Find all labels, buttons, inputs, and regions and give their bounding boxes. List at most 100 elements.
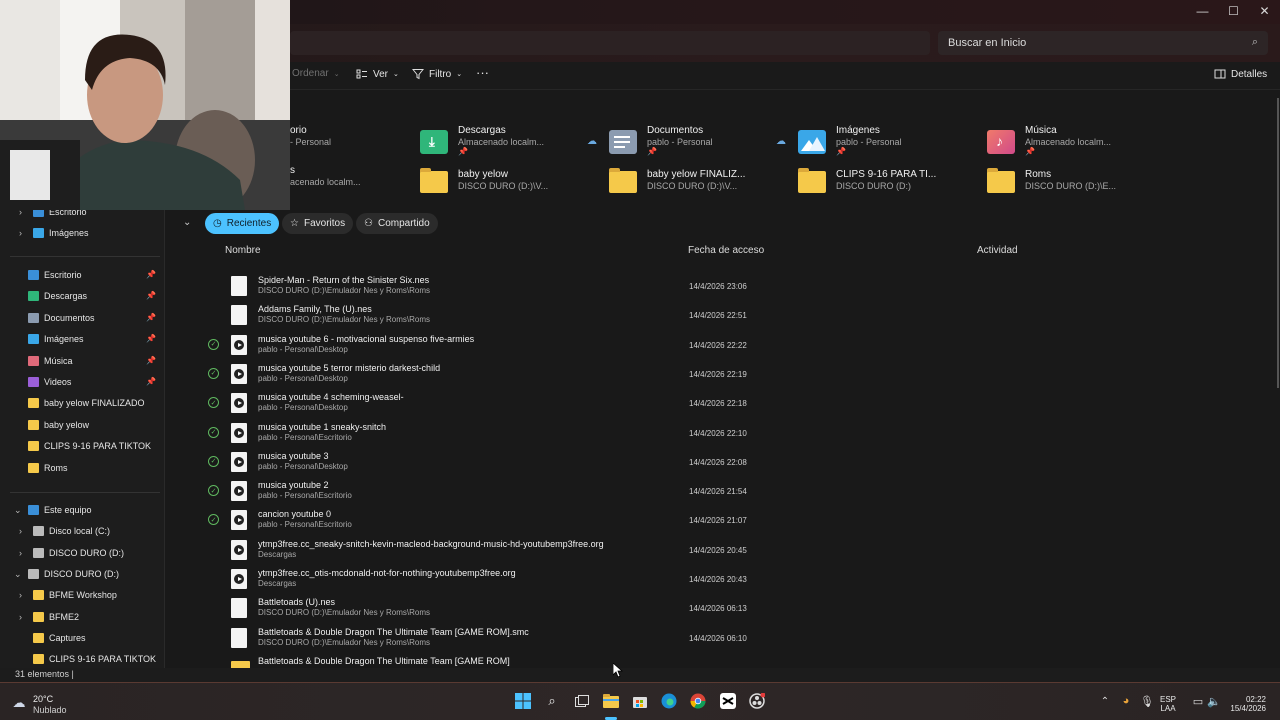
file-row[interactable]: Spider-Man - Return of the Sinister Six.… (170, 272, 1270, 301)
start-icon[interactable] (514, 692, 532, 710)
pin-icon[interactable]: 📌 (146, 334, 156, 343)
chevron-right-icon[interactable]: › (19, 228, 22, 238)
sidebar-item[interactable]: baby yelow (28, 419, 89, 430)
file-row[interactable]: ytmp3free.cc_sneaky-snitch-kevin-macleod… (170, 536, 1270, 565)
sidebar-item-label: Disco local (C:) (49, 526, 111, 537)
sidebar-item[interactable]: DISCO DURO (D:) (33, 547, 124, 558)
sidebar-item[interactable]: Documentos (28, 312, 95, 323)
quick-access-item[interactable]: Roms DISCO DURO (D:)\E... (986, 165, 1116, 195)
column-header-date[interactable]: Fecha de acceso (688, 245, 764, 256)
quick-access-item[interactable]: ♪ Música Almacenado localm... 📌 (986, 125, 1111, 156)
quick-access-item[interactable]: orio - Personal (290, 125, 331, 147)
sidebar-item[interactable]: baby yelow FINALIZADO (28, 398, 145, 409)
file-row[interactable]: Battletoads & Double Dragon The Ultimate… (170, 624, 1270, 653)
quick-access-item[interactable]: CLIPS 9-16 PARA TI... DISCO DURO (D:) (797, 165, 936, 195)
sidebar-item[interactable]: Descargas (28, 291, 87, 302)
address-bar[interactable] (290, 31, 930, 55)
sidebar-item[interactable]: DISCO DURO (D:) (28, 568, 119, 579)
pin-icon[interactable]: 📌 (146, 377, 156, 386)
tray-chevron-up-icon[interactable]: ⌃ (1096, 692, 1114, 710)
file-row[interactable]: ✓ musica youtube 6 - motivacional suspens… (170, 331, 1270, 360)
sidebar-item[interactable]: CLIPS 9-16 PARA TIKTOK (33, 654, 156, 665)
maximize-button[interactable]: ☐ (1218, 0, 1249, 22)
tray-app-icon[interactable]: ◕ (1117, 692, 1135, 710)
quick-access-item[interactable]: Imágenes pablo - Personal 📌 (797, 125, 902, 156)
file-row[interactable]: ✓ musica youtube 1 sneaky-snitch pablo - P… (170, 419, 1270, 448)
filter-button[interactable]: Filtro ⌄ (412, 68, 462, 80)
scrollbar[interactable] (1276, 90, 1280, 668)
search-input[interactable]: Buscar en Inicio ⌕ (938, 31, 1268, 55)
capcut-icon[interactable] (719, 692, 737, 710)
pin-icon[interactable]: 📌 (146, 356, 156, 365)
details-button[interactable]: Detalles (1214, 68, 1267, 80)
task-view-icon[interactable] (573, 692, 591, 710)
quick-access-item[interactable]: baby yelow FINALIZ... DISCO DURO (D:)\V..… (608, 165, 745, 195)
more-options-button[interactable]: ··· (476, 65, 489, 80)
obs-icon[interactable] (748, 692, 766, 710)
webcam-image (0, 0, 290, 210)
volume-icon[interactable]: 🔈 (1205, 692, 1223, 710)
sidebar-item[interactable]: BFME Workshop (33, 590, 117, 601)
chevron-right-icon[interactable]: › (19, 526, 22, 536)
pin-icon[interactable]: 📌 (146, 313, 156, 322)
chevron-down-icon[interactable]: ⌄ (14, 505, 22, 516)
sidebar-item[interactable]: Roms (28, 462, 68, 473)
documents-folder-icon (608, 126, 638, 156)
clock[interactable]: 02:22 15/4/2026 (1226, 695, 1266, 713)
file-row[interactable]: Battletoads (U).nes DISCO DURO (D:)\Emula… (170, 594, 1270, 623)
sidebar-item[interactable]: Música (28, 355, 73, 366)
sidebar-item[interactable]: Imágenes (33, 228, 89, 238)
tab-recientes[interactable]: ◷ Recientes (205, 213, 280, 234)
people-icon: ⚇ (364, 218, 373, 229)
chevron-right-icon[interactable]: › (19, 612, 22, 622)
column-header-activity[interactable]: Actividad (977, 245, 1018, 256)
sort-button[interactable]: Ordenar ⌄ (292, 68, 340, 79)
sidebar-item[interactable]: Disco local (C:) (33, 526, 111, 537)
tab-compartido[interactable]: ⚇ Compartido (356, 213, 438, 234)
language-indicator[interactable]: ESP LAA (1160, 695, 1176, 713)
file-row[interactable]: ✓ musica youtube 4 scheming-weasel-pablo … (170, 389, 1270, 418)
microphone-icon[interactable]: 🎙 (1138, 692, 1156, 710)
tab-favoritos[interactable]: ☆ Favoritos (282, 213, 354, 234)
chevron-down-icon[interactable]: ⌄ (14, 569, 22, 580)
quick-access-item[interactable]: s acenado localm... (290, 165, 361, 187)
chevron-right-icon[interactable]: › (19, 590, 22, 600)
file-row[interactable]: ✓ musica youtube 5 terror misterio darkes… (170, 360, 1270, 389)
file-row[interactable]: ✓ cancion youtube 0 pablo - Personal\Escri… (170, 506, 1270, 535)
chevron-right-icon[interactable]: › (19, 548, 22, 558)
sidebar-item[interactable]: Videos (28, 377, 71, 387)
file-row[interactable]: ytmp3free.cc_otis-mcdonald-not-for-nothi… (170, 565, 1270, 594)
file-explorer-icon[interactable] (602, 692, 620, 710)
sidebar-item[interactable]: Captures (33, 632, 86, 643)
item-name: Imágenes (836, 125, 880, 136)
drive-icon (28, 568, 39, 579)
sidebar-divider (10, 492, 160, 493)
sidebar-item[interactable]: Este equipo (28, 505, 92, 515)
sidebar-item[interactable]: Escritorio (28, 270, 82, 280)
pin-icon[interactable]: 📌 (146, 270, 156, 279)
quick-access-item[interactable]: ⤓ Descargas Almacenado localm... 📌 (419, 125, 544, 156)
quick-access-item[interactable]: Documentos pablo - Personal 📌 (608, 125, 713, 156)
view-button[interactable]: Ver ⌄ (356, 68, 399, 80)
sidebar-item[interactable]: Imágenes (28, 334, 84, 345)
file-row[interactable]: Addams Family, The (U).nes DISCO DURO (D:… (170, 301, 1270, 330)
file-location: pablo - Personal\Escritorio (258, 520, 352, 530)
item-name: Descargas (458, 125, 506, 136)
file-date: 14/4/2026 22:10 (689, 428, 747, 438)
collapse-chevron-icon[interactable]: ⌄ (183, 217, 191, 228)
clock-date: 15/4/2026 (1230, 704, 1266, 713)
close-button[interactable]: ✕ (1249, 0, 1280, 22)
column-header-name[interactable]: Nombre (225, 245, 261, 256)
pin-icon[interactable]: 📌 (146, 291, 156, 300)
sidebar-item[interactable]: CLIPS 9-16 PARA TIKTOK (28, 441, 151, 452)
quick-access-item[interactable]: baby yelow DISCO DURO (D:)\V... (419, 165, 548, 195)
sidebar-item[interactable]: BFME2 (33, 611, 79, 622)
search-icon[interactable]: ⌕ (543, 692, 561, 710)
pictures-icon (33, 228, 44, 238)
file-row[interactable]: ✓ musica youtube 2 pablo - Personal\Escrit… (170, 477, 1270, 506)
edge-icon[interactable] (660, 692, 678, 710)
store-icon[interactable] (631, 692, 649, 710)
minimize-button[interactable]: — (1187, 0, 1218, 22)
chrome-icon[interactable] (689, 692, 707, 710)
file-row[interactable]: ✓ musica youtube 3 pablo - Personal\Deskto… (170, 448, 1270, 477)
